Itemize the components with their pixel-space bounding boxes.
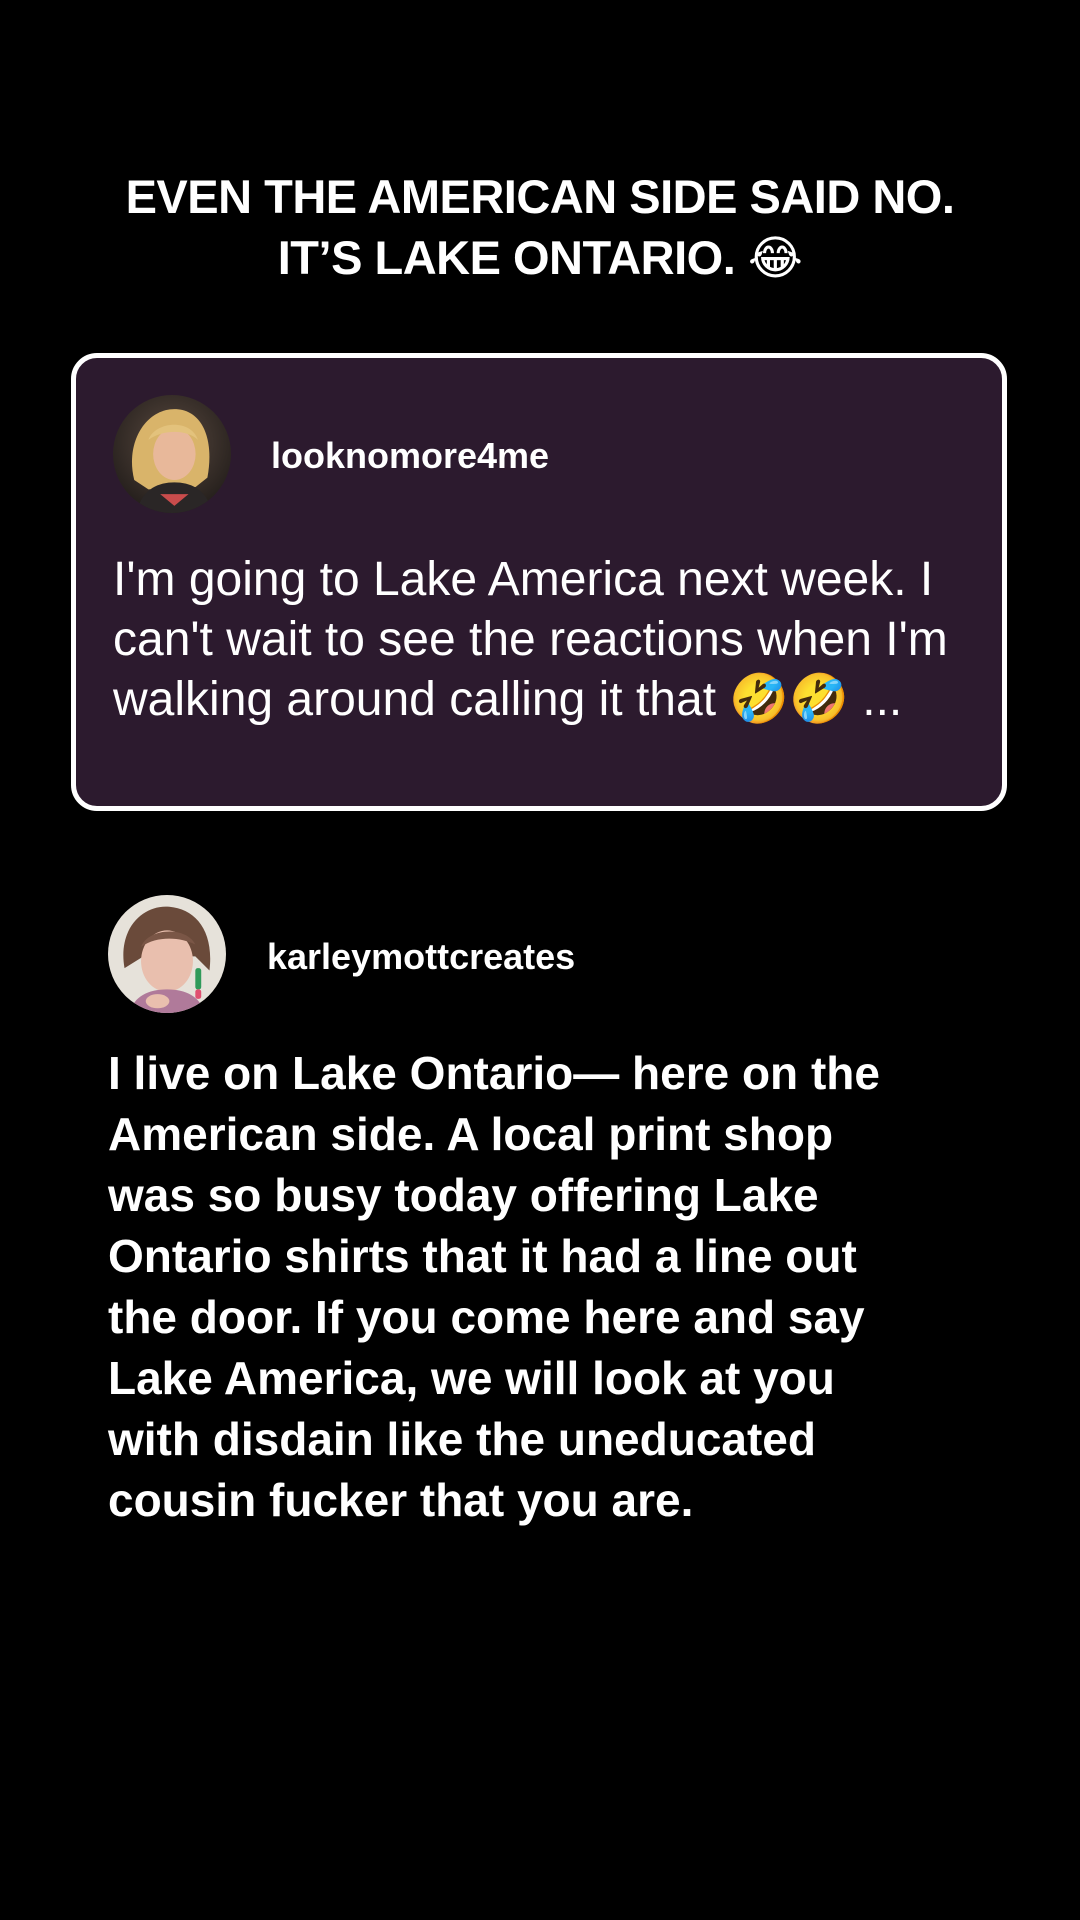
reply-line: Ontario shirts that it had a line out bbox=[108, 1230, 857, 1282]
commenter-avatar-icon[interactable] bbox=[113, 395, 231, 513]
reply-line: cousin fucker that you are. bbox=[108, 1474, 694, 1526]
reply-line: was so busy today offering Lake bbox=[108, 1169, 819, 1221]
reply-line: I live on Lake Ontario— here on the bbox=[108, 1047, 880, 1099]
commenter-username[interactable]: looknomore4me bbox=[271, 436, 549, 476]
headline-line-2: IT’S LAKE ONTARIO. 😂 bbox=[277, 231, 803, 284]
video-caption-headline: EVEN THE AMERICAN SIDE SAID NO. IT’S LAK… bbox=[0, 166, 1080, 288]
reply-text: I live on Lake Ontario— here on the Amer… bbox=[108, 1043, 998, 1531]
reply-line: the door. If you come here and say bbox=[108, 1291, 865, 1343]
reply-line: with disdain like the uneducated bbox=[108, 1413, 816, 1465]
quoted-comment-card: looknomore4me I'm going to Lake America … bbox=[71, 353, 1007, 811]
replier-avatar-icon[interactable] bbox=[108, 895, 226, 1013]
reply-line: Lake America, we will look at you bbox=[108, 1352, 835, 1404]
reply-line: American side. A local print shop bbox=[108, 1108, 834, 1160]
headline-line-1: EVEN THE AMERICAN SIDE SAID NO. bbox=[125, 170, 955, 223]
replier-username[interactable]: karleymottcreates bbox=[267, 937, 575, 977]
quoted-comment-text: I'm going to Lake America next week. I c… bbox=[113, 553, 948, 726]
